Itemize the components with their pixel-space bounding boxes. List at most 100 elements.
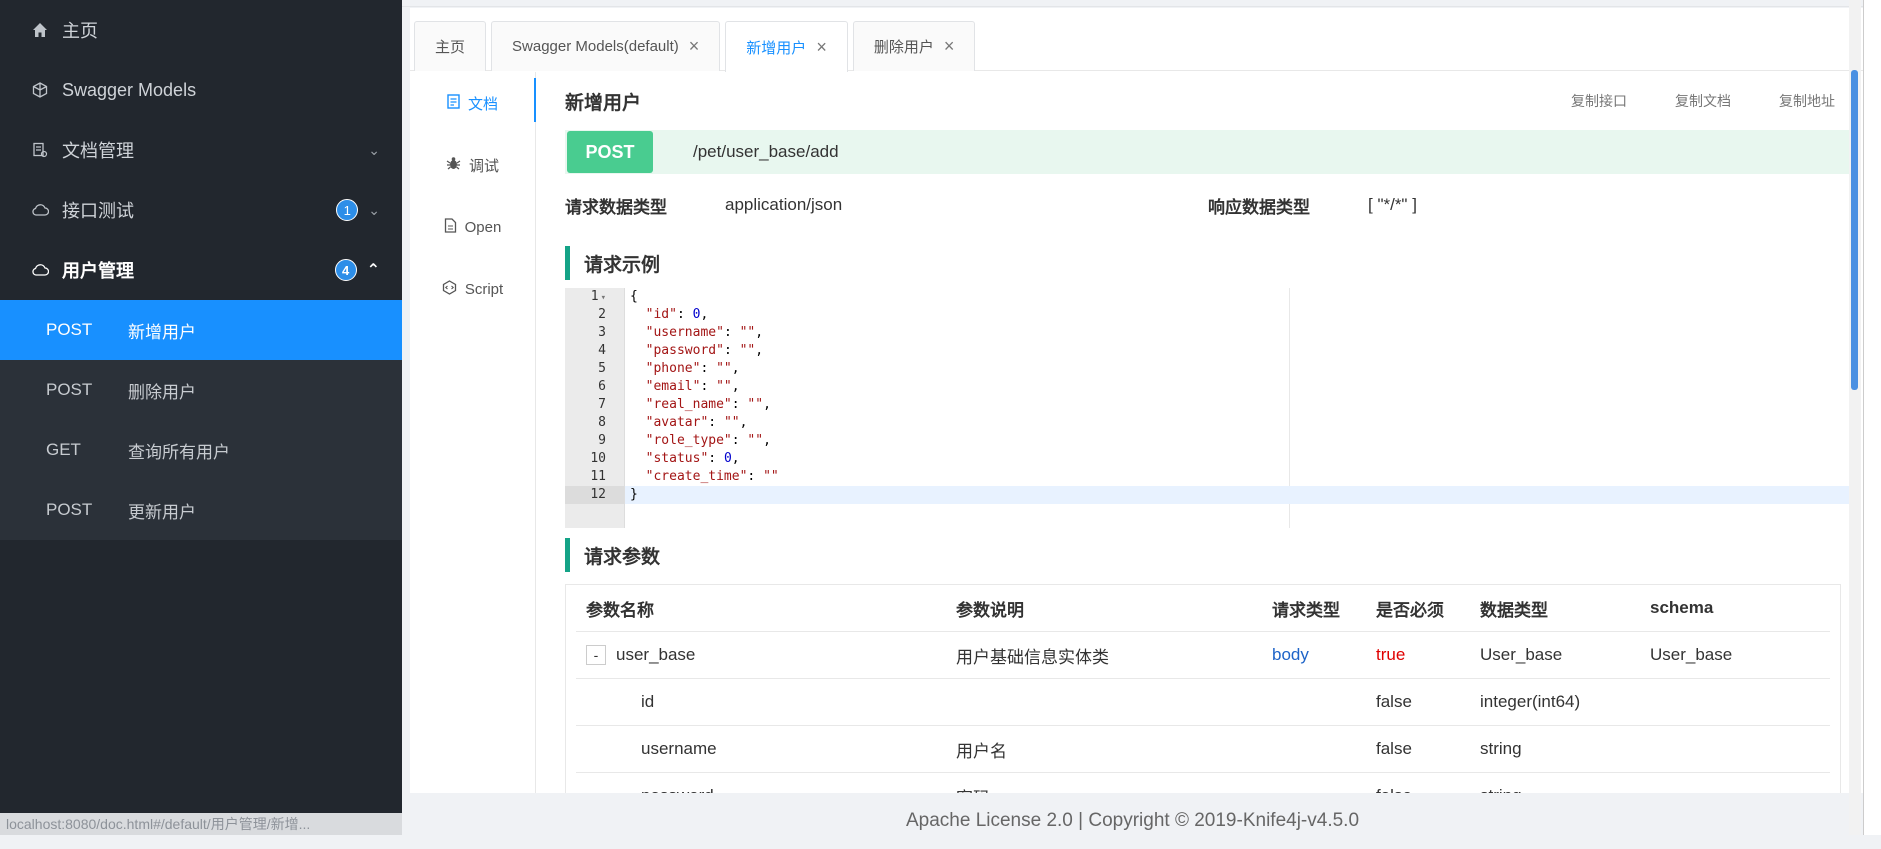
- tab-home[interactable]: 主页: [414, 21, 487, 71]
- sidebar-item-user-manage[interactable]: 用户管理 4 ⌃: [0, 240, 402, 300]
- content-panel: 主页 Swagger Models(default) × 新增用户 × 删除用户…: [410, 8, 1863, 821]
- count-badge: 4: [334, 259, 357, 281]
- vtab-open[interactable]: Open: [410, 196, 535, 258]
- code-line: }: [625, 486, 1855, 504]
- copy-url-button[interactable]: 复制地址: [1779, 91, 1835, 111]
- close-icon[interactable]: ×: [816, 37, 827, 58]
- vtab-label: Script: [464, 280, 504, 298]
- sidebar-item-doc-manage[interactable]: 文档管理 ⌄: [0, 120, 402, 180]
- tab-bar: 主页 Swagger Models(default) × 新增用户 × 删除用户…: [410, 14, 1863, 72]
- cloud-icon: [30, 200, 50, 220]
- doc-icon: [447, 93, 460, 113]
- column-header: 请求类型: [1272, 600, 1340, 620]
- tab-add-user[interactable]: 新增用户 ×: [725, 21, 848, 72]
- param-name: user_base: [616, 645, 696, 664]
- sidebar-item-label: Swagger Models: [62, 79, 197, 100]
- param-name: id: [641, 692, 655, 711]
- code-line: "real_name": "",: [645, 397, 771, 412]
- vtab-label: 调试: [468, 157, 499, 175]
- param-type: string: [1480, 739, 1522, 758]
- vtab-script[interactable]: Script: [410, 258, 535, 320]
- sidebar-item-swagger-models[interactable]: Swagger Models: [0, 60, 402, 120]
- sidebar-item-label: 用户管理: [62, 261, 134, 281]
- column-header: 是否必须: [1376, 600, 1444, 620]
- sidebar-item-label: 更新用户: [128, 502, 196, 522]
- vtab-label: 文档: [467, 95, 498, 113]
- sidebar-item-label: 文档管理: [62, 141, 134, 161]
- request-type-label: 请求数据类型: [565, 197, 667, 217]
- response-type-value: [ "*/*" ]: [1368, 195, 1417, 214]
- chevron-down-icon: ⌄: [368, 141, 380, 158]
- copy-doc-button[interactable]: 复制文档: [1675, 91, 1731, 111]
- tab-delete-user[interactable]: 删除用户 ×: [852, 21, 976, 71]
- code-line: {: [630, 289, 638, 304]
- bug-icon: [446, 156, 461, 175]
- sidebar-item-label: 主页: [62, 21, 98, 41]
- content-types-row: 请求数据类型 application/json 响应数据类型 [ "*/*" ]: [565, 174, 1855, 236]
- main-area: 主页 Swagger Models(default) × 新增用户 × 删除用户…: [402, 0, 1863, 835]
- vtab-debug[interactable]: 调试: [410, 134, 535, 196]
- param-required: false: [1376, 739, 1412, 758]
- table-row: username 用户名 false string: [576, 726, 1830, 773]
- sidebar-item-query-users[interactable]: GET 查询所有用户: [0, 420, 402, 480]
- column-header: schema: [1650, 598, 1714, 617]
- code-line: "password": "",: [645, 343, 764, 358]
- line-gutter: 1 ▾ 234 567 8 9 10 11 12: [565, 288, 625, 528]
- param-type: User_base: [1480, 645, 1563, 664]
- param-desc: 用户基础信息实体类: [956, 647, 1109, 667]
- param-required: false: [1376, 692, 1412, 711]
- param-schema: User_base: [1650, 645, 1733, 664]
- param-type: integer(int64): [1480, 692, 1581, 711]
- tab-swagger-models[interactable]: Swagger Models(default) ×: [491, 21, 721, 71]
- vertical-tabs: 文档 调试 Open Script: [410, 72, 536, 793]
- sidebar-item-update-user[interactable]: POST 更新用户: [0, 480, 402, 540]
- collapse-toggle[interactable]: -: [586, 645, 606, 665]
- chevron-down-icon: ⌄: [368, 201, 380, 218]
- sidebar-item-label: 接口测试: [62, 201, 134, 221]
- cube-icon: [30, 80, 50, 100]
- tab-label: 删除用户: [873, 39, 934, 56]
- table-row: - user_base 用户基础信息实体类 body true User_bas…: [576, 632, 1830, 679]
- method-badge: POST: [567, 131, 653, 173]
- document-manage-icon: [30, 140, 50, 160]
- tab-label: Swagger Models(default): [512, 38, 679, 55]
- sidebar: 主页 Swagger Models 文档管理 ⌄ 接口测试 1 ⌄ 用户管理 4…: [0, 0, 418, 835]
- vtab-doc[interactable]: 文档: [410, 72, 536, 134]
- method-label: POST: [46, 500, 93, 519]
- sidebar-item-label: 新增用户: [128, 322, 196, 342]
- column-header: 参数名称: [586, 600, 654, 620]
- column-header: 参数说明: [956, 600, 1024, 620]
- param-desc: 用户名: [956, 741, 1007, 761]
- scrollbar-thumb[interactable]: [1851, 70, 1858, 390]
- code-line: "id": 0,: [645, 307, 709, 322]
- sidebar-item-home[interactable]: 主页: [0, 0, 402, 60]
- method-label: POST: [46, 380, 93, 399]
- sidebar-item-label: 查询所有用户: [128, 442, 230, 462]
- sidebar-item-add-user[interactable]: POST 新增用户: [0, 300, 402, 360]
- cloud-icon: [30, 260, 50, 280]
- tab-label: 新增用户: [746, 39, 807, 57]
- close-icon[interactable]: ×: [944, 36, 955, 57]
- sidebar-item-delete-user[interactable]: POST 删除用户: [0, 360, 402, 420]
- section-title-params: 请求参数: [565, 538, 1855, 572]
- tab-label: 主页: [435, 39, 466, 56]
- code-line: "create_time": "": [645, 469, 779, 484]
- code-line: "status": 0,: [645, 451, 740, 466]
- copy-api-button[interactable]: 复制接口: [1571, 91, 1627, 111]
- code-editor[interactable]: 1 ▾ 234 567 8 9 10 11 12 { "id": 0, "usernam…: [565, 288, 1855, 528]
- response-type-label: 响应数据类型: [1208, 197, 1310, 217]
- method-label: POST: [46, 320, 93, 339]
- code-lines: { "id": 0, "username": "", "password": "…: [625, 288, 1855, 504]
- param-required: true: [1376, 645, 1406, 664]
- params-table: 参数名称 参数说明 请求类型 是否必须 数据类型 schema - user_b…: [565, 584, 1841, 821]
- submenu-user-manage: POST 新增用户 POST 删除用户 GET 查询所有用户 POST 更新用户: [0, 300, 402, 540]
- file-icon: [444, 217, 457, 237]
- endpoint-bar: POST /pet/user_base/add: [565, 130, 1855, 174]
- endpoint-path: /pet/user_base/add: [693, 142, 839, 161]
- sidebar-item-api-test[interactable]: 接口测试 1 ⌄: [0, 180, 402, 240]
- home-icon: [30, 20, 50, 40]
- doc-content: 新增用户 复制接口 复制文档 复制地址 POST /pet/user_base/…: [565, 72, 1855, 821]
- close-icon[interactable]: ×: [689, 36, 700, 57]
- request-type-value: application/json: [725, 195, 843, 214]
- footer-license: Apache License 2.0 | Copyright © 2019-Kn…: [402, 793, 1863, 835]
